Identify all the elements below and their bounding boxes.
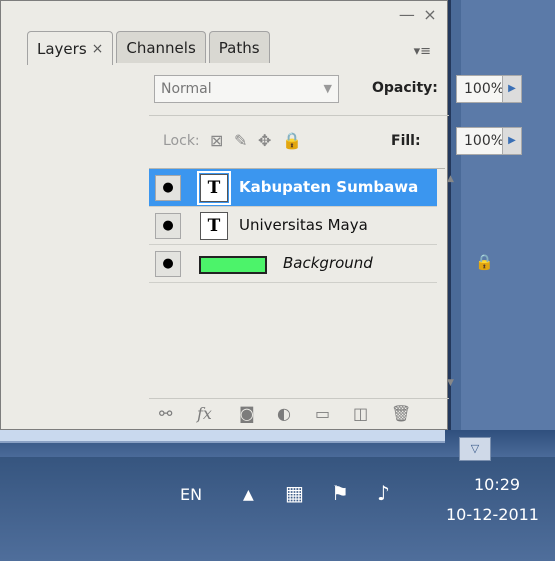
adjustment-layer-icon[interactable]: ◐ bbox=[277, 404, 291, 423]
panel-body: Normal ▼ Opacity: 100% ▶ Lock: ⊠ ✎ ✥ 🔒 F… bbox=[149, 65, 522, 423]
fill-value: 100% bbox=[464, 133, 505, 149]
system-tray: EN ▲ ▦ ⚑ ♪ 10:29 10-12-2011 bbox=[0, 457, 555, 561]
show-hidden-icons-icon[interactable]: ▲ bbox=[243, 487, 254, 503]
text-layer-thumbnail: T bbox=[200, 212, 228, 240]
lock-row: Lock: ⊠ ✎ ✥ 🔒 Fill: 100% ▶ bbox=[154, 127, 522, 157]
layer-name: Background bbox=[283, 254, 373, 272]
tab-close-icon[interactable]: × bbox=[92, 41, 104, 57]
opacity-value: 100% bbox=[464, 81, 505, 97]
chevron-down-icon: ▼ bbox=[323, 82, 332, 95]
opacity-arrow-icon[interactable]: ▶ bbox=[502, 76, 521, 102]
lock-brush-icon[interactable]: ✎ bbox=[234, 131, 247, 150]
lock-label: Lock: bbox=[163, 133, 200, 149]
fx-icon[interactable]: fx bbox=[197, 404, 212, 423]
window-bottom-edge bbox=[0, 430, 445, 443]
minimize-button[interactable]: — bbox=[398, 5, 416, 24]
layer-name: Universitas Maya bbox=[239, 216, 368, 234]
clock-date[interactable]: 10-12-2011 bbox=[446, 505, 539, 524]
volume-icon[interactable]: ♪ bbox=[377, 481, 390, 505]
fill-field[interactable]: 100% ▶ bbox=[456, 127, 522, 155]
blend-mode-select[interactable]: Normal ▼ bbox=[154, 75, 339, 103]
panel-menu-button[interactable]: ▾≡ bbox=[414, 44, 431, 59]
opacity-field[interactable]: 100% ▶ bbox=[456, 75, 522, 103]
layer-name: Kabupaten Sumbawa bbox=[239, 178, 419, 196]
layers-list: ● T Kabupaten Sumbawa ● T Universitas Ma… bbox=[149, 168, 494, 393]
layers-panel: — × Layers × Channels Paths ▾≡ Normal ▼ … bbox=[0, 0, 522, 430]
scroll-up-icon[interactable]: ▲ bbox=[447, 174, 454, 184]
fill-label: Fill: bbox=[391, 133, 421, 149]
close-panel-button[interactable]: × bbox=[421, 5, 439, 24]
desktop-background bbox=[461, 0, 555, 430]
layer-row[interactable]: ● Background 🔒 bbox=[149, 245, 494, 283]
new-layer-icon[interactable]: ◫ bbox=[353, 404, 368, 423]
lock-all-icon[interactable]: 🔒 bbox=[282, 131, 302, 150]
eye-icon[interactable]: ● bbox=[155, 251, 181, 277]
new-group-icon[interactable]: ▭ bbox=[315, 404, 330, 423]
tab-paths[interactable]: Paths bbox=[208, 31, 270, 63]
eye-icon[interactable]: ● bbox=[155, 213, 181, 239]
clock-time[interactable]: 10:29 bbox=[474, 475, 520, 494]
link-layers-icon[interactable]: ⚯ bbox=[159, 404, 172, 423]
layer-row[interactable]: ● T Universitas Maya bbox=[149, 207, 437, 245]
divider bbox=[149, 115, 449, 116]
lock-move-icon[interactable]: ✥ bbox=[258, 131, 271, 150]
background-layer-thumbnail bbox=[199, 256, 267, 274]
fill-arrow-icon[interactable]: ▶ bbox=[502, 128, 521, 154]
opacity-label: Opacity: bbox=[372, 80, 438, 96]
text-layer-thumbnail: T bbox=[197, 171, 231, 205]
scroll-down-icon[interactable]: ▼ bbox=[447, 378, 454, 388]
tab-paths-label: Paths bbox=[218, 38, 260, 57]
action-center-icon[interactable]: ⚑ bbox=[331, 481, 349, 505]
layer-row[interactable]: ● T Kabupaten Sumbawa bbox=[149, 169, 437, 207]
trash-icon[interactable]: 🗑 bbox=[391, 404, 411, 423]
blend-row: Normal ▼ Opacity: 100% ▶ bbox=[154, 75, 522, 105]
layers-scrollbar[interactable]: ▲ ▼ bbox=[445, 169, 457, 393]
panel-tabs: Layers × Channels Paths bbox=[27, 31, 273, 65]
tab-layers[interactable]: Layers × bbox=[27, 31, 114, 65]
network-icon[interactable]: ▦ bbox=[285, 481, 304, 505]
lock-transparency-icon[interactable]: ⊠ bbox=[210, 131, 223, 150]
layers-footer: ⚯ fx ◙ ◐ ▭ ◫ 🗑 bbox=[149, 398, 449, 427]
tab-channels[interactable]: Channels bbox=[116, 31, 206, 63]
lock-icon: 🔒 bbox=[475, 253, 494, 271]
eye-icon[interactable]: ● bbox=[155, 175, 181, 201]
desktop-background-strip bbox=[445, 0, 555, 430]
scrollbar-thumb[interactable]: ▽ bbox=[459, 437, 491, 461]
add-mask-icon[interactable]: ◙ bbox=[239, 404, 255, 423]
tab-channels-label: Channels bbox=[126, 38, 196, 57]
panel-window-controls: — × bbox=[398, 5, 439, 24]
tab-layers-label: Layers bbox=[37, 39, 87, 58]
language-indicator[interactable]: EN bbox=[180, 485, 202, 504]
blend-mode-value: Normal bbox=[161, 81, 212, 97]
